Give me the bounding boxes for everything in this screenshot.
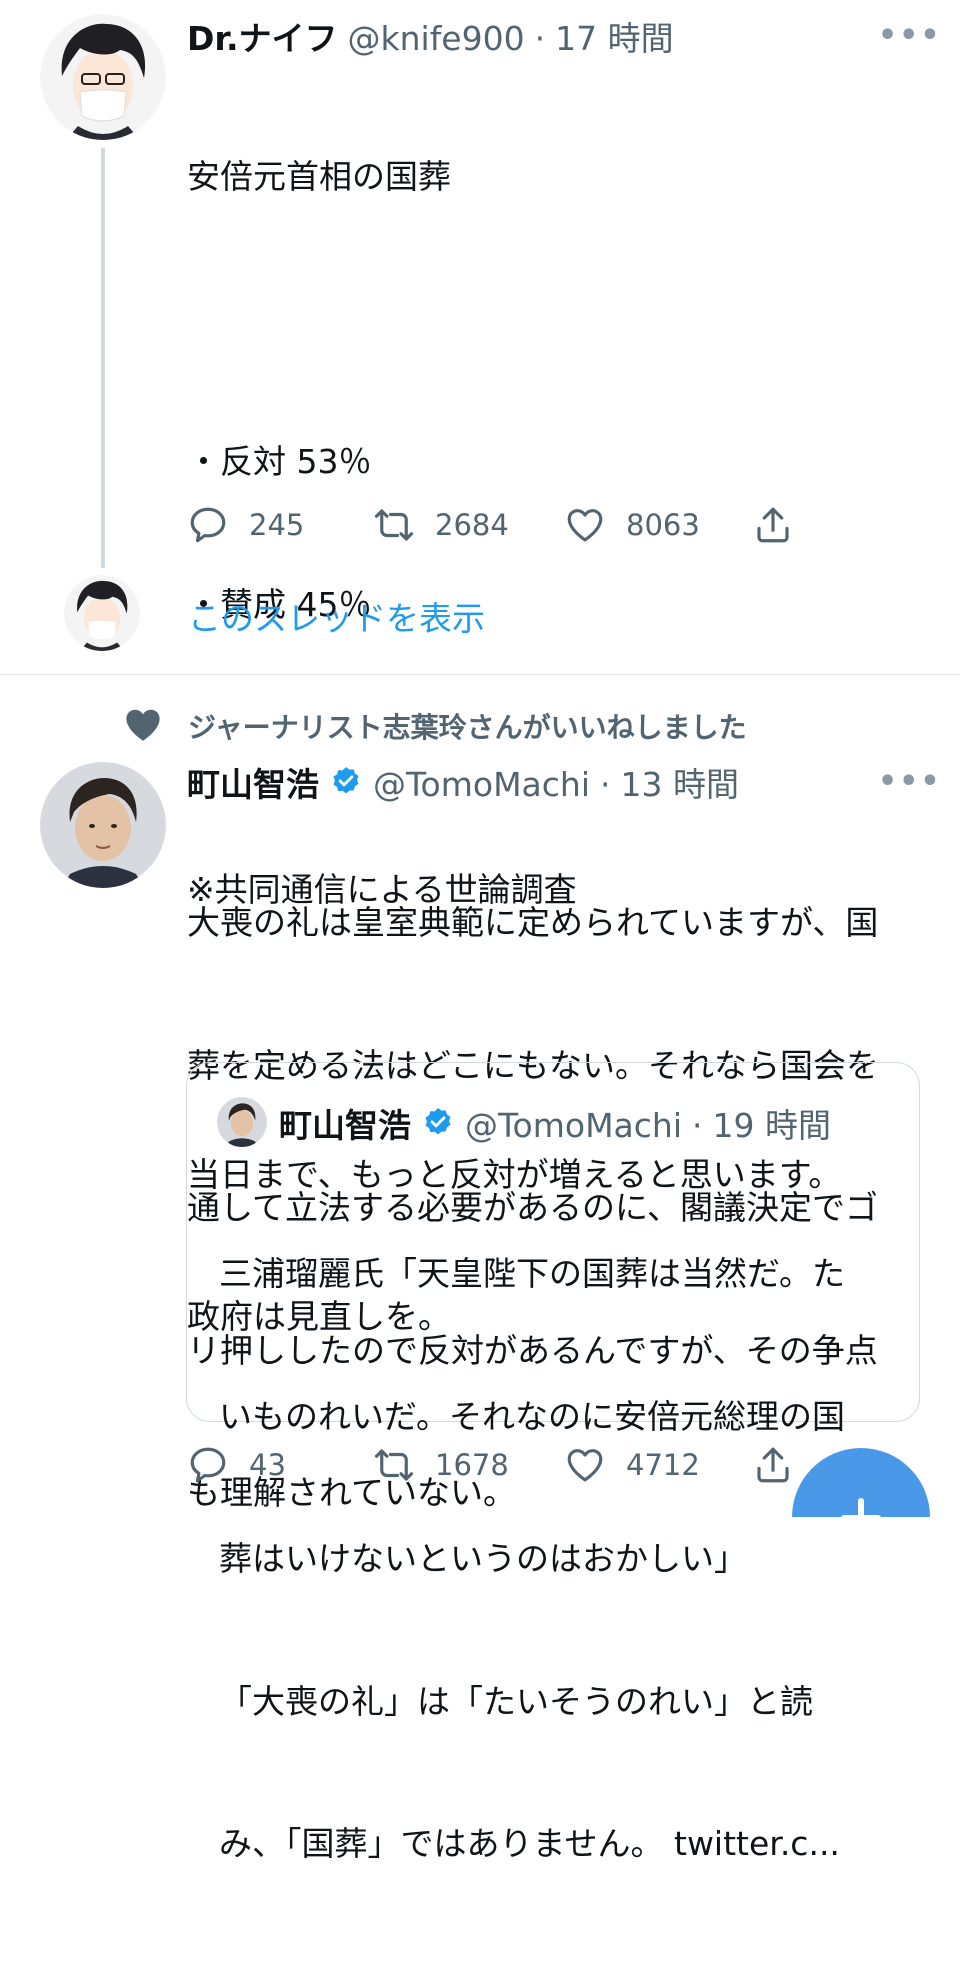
share-icon [757, 507, 789, 543]
retweet-count: 1678 [435, 1448, 509, 1482]
author-name[interactable]: Dr.ナイフ [187, 12, 338, 60]
reply-button[interactable]: 43 [187, 1444, 286, 1486]
quote-line: 葬はいけないというのはおかしい」 [219, 1539, 747, 1578]
tweet-line: 大喪の礼は皇室典範に定められていますが、国 [187, 903, 879, 942]
reply-icon [190, 1447, 226, 1483]
share-button[interactable] [752, 504, 794, 546]
quote-text: 三浦瑠麗氏「天皇陛下の国葬は当然だ。た いものれいだ。それなのに安倍元総理の国 … [219, 1155, 909, 1963]
thread-avatar[interactable] [64, 575, 140, 651]
avatar[interactable] [40, 14, 166, 140]
separator-dot: · [692, 1106, 703, 1145]
quote-avatar[interactable] [217, 1097, 267, 1147]
social-context[interactable]: ジャーナリスト志葉玲さんがいいねしました [188, 706, 747, 746]
retweet-icon [374, 509, 414, 541]
quoted-tweet[interactable]: 町山智浩 @TomoMachi · 19 時間 三浦瑠麗氏「天皇陛下の国葬は当然… [186, 1062, 920, 1863]
share-icon [757, 1447, 789, 1483]
retweet-button[interactable]: 1678 [373, 1444, 509, 1486]
quote-line: み、「国葬」ではありません。 twitter.c... [219, 1824, 840, 1863]
quote-timestamp: 19 時間 [712, 1106, 831, 1145]
separator-dot: · [534, 19, 546, 58]
more-options-icon[interactable]: ••• [878, 18, 942, 53]
author-handle[interactable]: @TomoMachi [373, 765, 590, 804]
show-thread-link[interactable]: このスレッドを表示 [188, 592, 485, 640]
tweet-line [187, 296, 927, 344]
liked-heart-icon [122, 704, 164, 750]
reply-count: 43 [249, 1448, 286, 1482]
retweet-count: 2684 [435, 508, 509, 542]
reply-count: 245 [249, 508, 305, 542]
like-count: 4712 [626, 1448, 700, 1482]
heart-icon [567, 1449, 603, 1482]
thread-line [101, 148, 105, 568]
divider [0, 674, 960, 675]
plus-icon [841, 1498, 881, 1517]
like-button[interactable]: 8063 [564, 504, 700, 546]
quote-author-name: 町山智浩 [279, 1106, 411, 1145]
retweet-icon [374, 1449, 414, 1481]
like-button[interactable]: 4712 [564, 1444, 700, 1486]
quote-line: 三浦瑠麗氏「天皇陛下の国葬は当然だ。た [219, 1254, 846, 1293]
share-button[interactable] [752, 1444, 794, 1486]
verified-badge-icon [421, 1106, 455, 1140]
separator-dot: · [600, 765, 611, 804]
verified-badge-icon [329, 765, 363, 799]
reply-button[interactable]: 245 [187, 504, 304, 546]
like-count: 8063 [626, 508, 700, 542]
heart-icon [567, 509, 603, 542]
quote-header: 町山智浩 @TomoMachi · 19 時間 [279, 1099, 831, 1147]
tweet-line: 安倍元首相の国葬 [187, 157, 451, 196]
quote-line: いものれいだ。それなのに安倍元総理の国 [219, 1396, 846, 1436]
timestamp[interactable]: 13 時間 [621, 758, 739, 806]
timestamp[interactable]: 17 時間 [555, 12, 673, 60]
avatar[interactable] [40, 762, 166, 888]
quote-line: 「大喪の礼」は「たいそうのれい」と読 [219, 1681, 813, 1721]
reply-icon [190, 507, 226, 543]
compose-fab[interactable] [792, 1448, 930, 1517]
quote-author-handle: @TomoMachi [465, 1106, 682, 1145]
tweet-header: 町山智浩 @TomoMachi · 13 時間 [187, 758, 739, 806]
author-handle[interactable]: @knife900 [348, 19, 525, 58]
tweet-line: ・反対 53％ [187, 442, 372, 481]
retweet-button[interactable]: 2684 [373, 504, 509, 546]
more-options-icon[interactable]: ••• [878, 764, 942, 799]
tweet-header: Dr.ナイフ @knife900 · 17 時間 [187, 12, 674, 60]
author-name[interactable]: 町山智浩 [187, 758, 319, 806]
